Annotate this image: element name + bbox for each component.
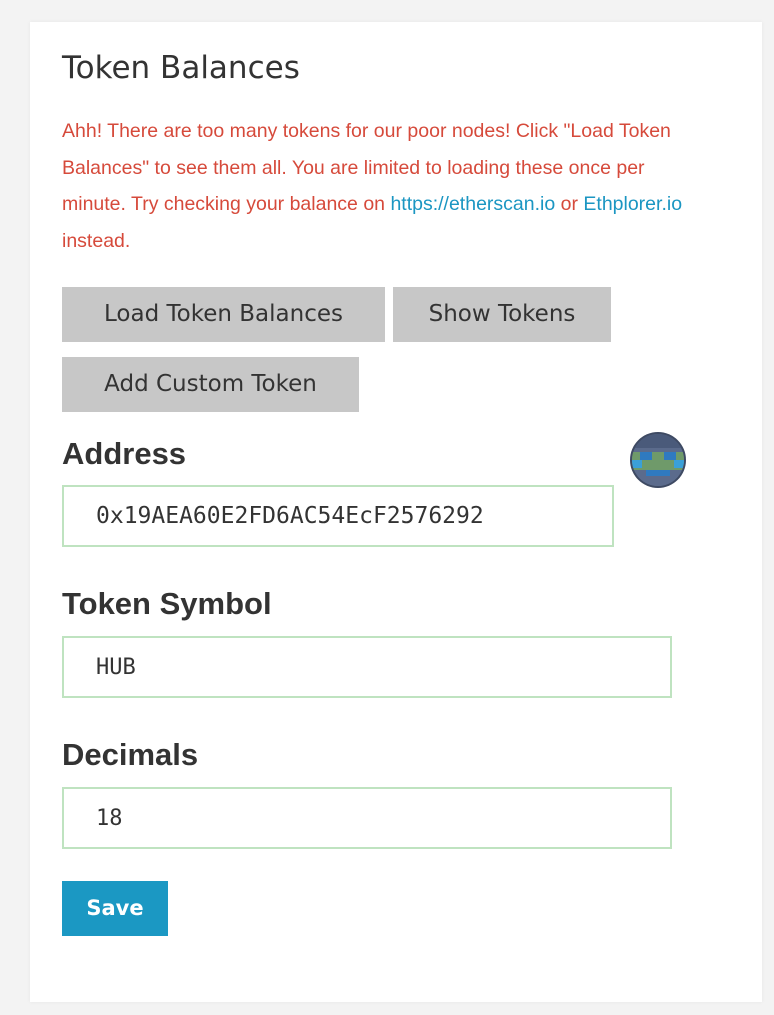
address-identicon-icon bbox=[630, 432, 686, 488]
address-input[interactable] bbox=[62, 485, 614, 547]
save-button[interactable]: Save bbox=[62, 881, 168, 936]
show-tokens-button[interactable]: Show Tokens bbox=[393, 287, 611, 342]
etherscan-link[interactable]: https://etherscan.io bbox=[390, 193, 555, 215]
warning-text-end: instead. bbox=[62, 229, 131, 252]
section-title: Token Balances bbox=[62, 50, 300, 86]
warning-connector: or bbox=[555, 193, 584, 215]
load-token-balances-button[interactable]: Load Token Balances bbox=[62, 287, 385, 342]
address-label: Address bbox=[62, 436, 187, 471]
decimals-label: Decimals bbox=[62, 737, 199, 772]
token-warning-message: Ahh! There are too many tokens for our p… bbox=[62, 113, 687, 259]
decimals-input[interactable] bbox=[62, 787, 672, 849]
ethplorer-link[interactable]: Ethplorer.io bbox=[583, 193, 682, 215]
token-symbol-input[interactable] bbox=[62, 636, 672, 698]
token-symbol-label: Token Symbol bbox=[62, 586, 272, 621]
page: Token Balances Ahh! There are too many t… bbox=[0, 0, 774, 1015]
add-custom-token-button[interactable]: Add Custom Token bbox=[62, 357, 359, 412]
